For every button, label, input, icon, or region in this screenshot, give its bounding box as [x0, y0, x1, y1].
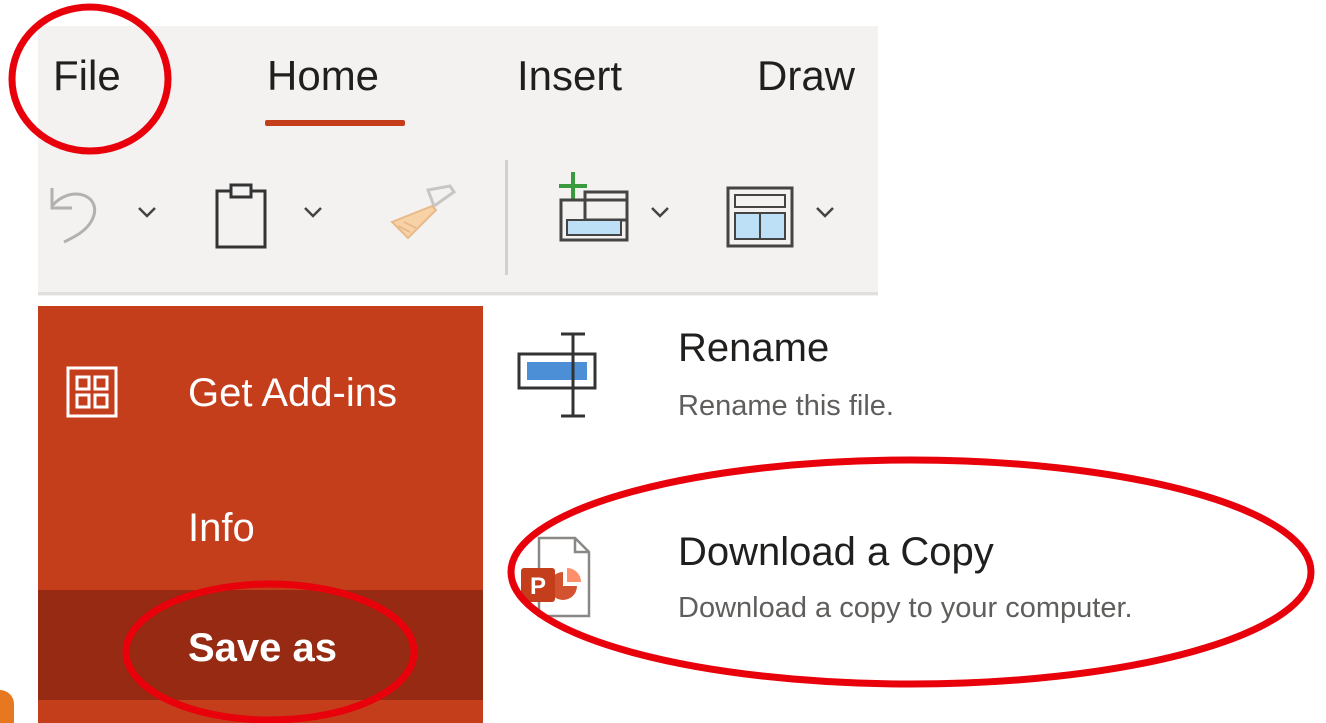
menu-item-label: Info [188, 506, 255, 550]
chevron-down-icon [816, 207, 834, 218]
menu-item-info[interactable]: Info [38, 496, 483, 566]
chevron-down-icon [138, 207, 156, 218]
layout-dropdown-button[interactable] [815, 205, 835, 219]
add-ins-icon [62, 362, 122, 432]
partial-logo-blob [0, 690, 14, 723]
undo-icon [50, 188, 96, 244]
menu-item-label: Get Add-ins [188, 371, 398, 415]
paste-icon [215, 183, 267, 249]
menu-item-get-add-ins[interactable]: Get Add-ins [38, 358, 483, 428]
toolbar-divider [505, 160, 508, 275]
rename-action[interactable]: Rename Rename this file. [515, 320, 1315, 430]
layout-button[interactable] [725, 185, 795, 249]
chevron-down-icon [304, 207, 322, 218]
menu-item-save-as[interactable]: Save as [38, 590, 483, 700]
ribbon [38, 26, 878, 296]
format-painter-icon [390, 184, 457, 240]
next-menu-item-partial[interactable] [38, 706, 483, 723]
download-a-copy-action[interactable]: P Download a Copy Download a copy to you… [515, 520, 1315, 640]
active-tab-indicator [265, 120, 405, 126]
chevron-down-icon [651, 207, 669, 218]
action-title: Download a Copy [678, 530, 994, 574]
ribbon-separator [38, 292, 878, 295]
undo-button[interactable] [42, 178, 102, 248]
new-slide-dropdown-button[interactable] [650, 205, 670, 219]
undo-dropdown-button[interactable] [137, 205, 157, 219]
new-slide-icon [559, 172, 629, 242]
paste-button[interactable] [214, 182, 268, 250]
powerpoint-file-icon: P [515, 532, 595, 627]
new-slide-button[interactable] [553, 170, 633, 245]
action-description: Rename this file. [678, 390, 894, 422]
tab-draw[interactable]: Draw [757, 46, 855, 106]
svg-text:P: P [530, 573, 546, 600]
rename-icon [515, 330, 605, 425]
menu-item-label: Save as [188, 626, 338, 670]
action-description: Download a copy to your computer. [678, 592, 1133, 624]
format-painter-button[interactable] [388, 182, 458, 242]
paste-dropdown-button[interactable] [303, 205, 323, 219]
file-menu: Get Add-ins Info Save as [38, 306, 483, 723]
layout-icon [726, 186, 794, 248]
tab-file[interactable]: File [53, 46, 121, 106]
action-title: Rename [678, 326, 830, 370]
tab-insert[interactable]: Insert [517, 46, 622, 106]
tab-home[interactable]: Home [267, 46, 379, 106]
